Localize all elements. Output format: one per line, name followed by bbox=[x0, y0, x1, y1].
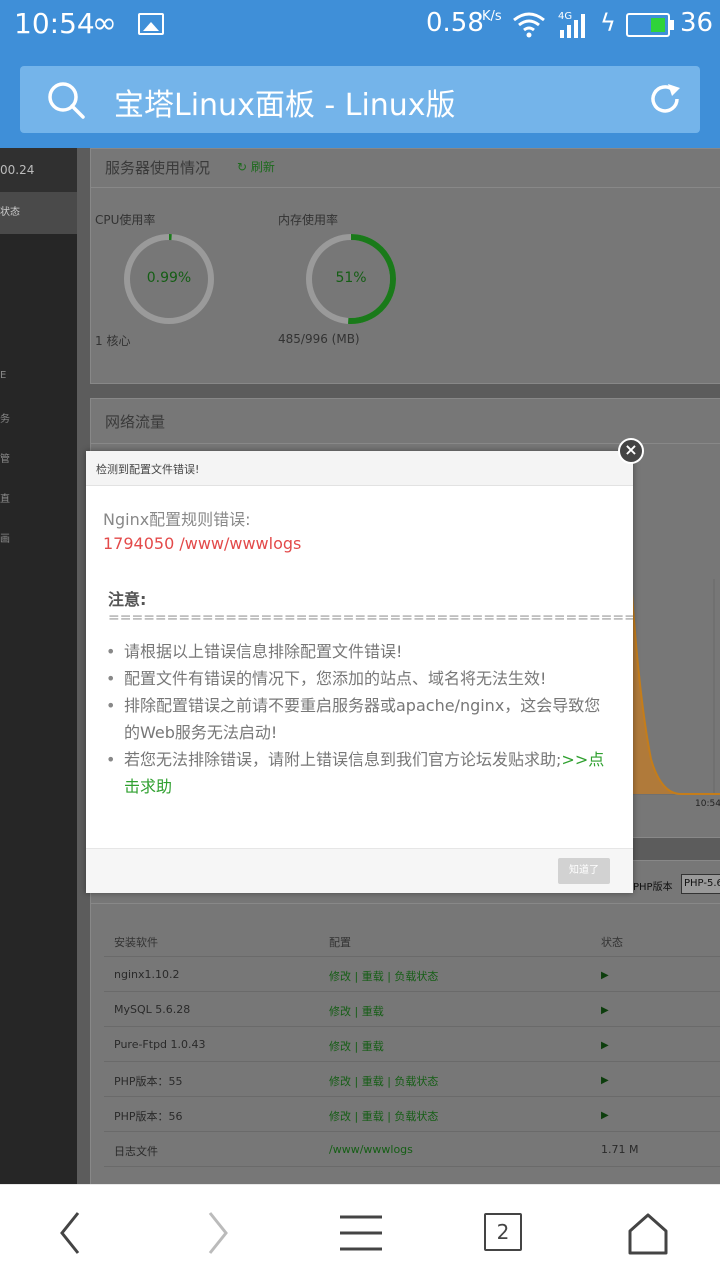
battery-icon bbox=[626, 13, 670, 37]
table-row: PHP版本：56 修改 | 重载 | 负载状态 ▶ bbox=[104, 1097, 720, 1132]
config-links[interactable]: 修改 | 重载 bbox=[329, 1003, 384, 1019]
note-item: 配置文件有错误的情况下，您添加的站点、域名将无法生效! bbox=[106, 665, 613, 692]
battery-level: 36 bbox=[680, 8, 714, 38]
table-header: 安装软件 配置 状态 bbox=[104, 923, 720, 957]
memory-usage: 485/996 (MB) bbox=[278, 332, 360, 346]
address-bar[interactable]: 宝塔Linux面板 - Linux版 bbox=[20, 66, 700, 133]
dialog-footer: 知道了 bbox=[86, 848, 633, 893]
error-detail: 1794050 /www/wwwlogs bbox=[103, 534, 302, 553]
memory-label: 内存使用率 bbox=[278, 213, 339, 227]
refresh-button[interactable]: ↻ 刷新 bbox=[237, 158, 275, 175]
server-usage-title: 服务器使用情况 bbox=[105, 159, 211, 177]
dialog-header: 检测到配置文件错误! bbox=[86, 451, 633, 486]
close-icon[interactable]: × bbox=[618, 438, 644, 464]
table-row: nginx1.10.2 修改 | 重载 | 负载状态 ▶ bbox=[104, 957, 720, 992]
dialog-title: 检测到配置文件错误! bbox=[96, 463, 200, 476]
play-icon[interactable]: ▶ bbox=[601, 970, 609, 981]
note-item: 请根据以上错误信息排除配置文件错误! bbox=[106, 638, 613, 665]
error-title: Nginx配置规则错误: bbox=[103, 510, 251, 529]
sidebar-version: 00.24 bbox=[0, 148, 77, 192]
browser-toolbar: 宝塔Linux面板 - Linux版 bbox=[0, 50, 720, 148]
table-row: 日志文件 /www/wwwlogs 1.71 M bbox=[104, 1132, 720, 1167]
config-error-dialog: 检测到配置文件错误! Nginx配置规则错误: 1794050 /www/www… bbox=[86, 451, 633, 893]
table-row: PHP版本：55 修改 | 重载 | 负载状态 ▶ bbox=[104, 1062, 720, 1097]
php-version-select[interactable]: PHP-5.6 bbox=[681, 874, 720, 894]
net-speed: 0.58 bbox=[426, 8, 484, 38]
separator-line: ========================================… bbox=[108, 610, 633, 626]
tab-count: 2 bbox=[484, 1213, 522, 1251]
signal-icon bbox=[560, 14, 585, 38]
home-icon[interactable] bbox=[618, 1207, 678, 1259]
menu-icon[interactable] bbox=[330, 1207, 390, 1259]
page-title[interactable]: 宝塔Linux面板 - Linux版 bbox=[114, 80, 456, 124]
charging-icon: ϟ bbox=[600, 9, 616, 37]
memory-value: 51% bbox=[335, 270, 367, 286]
back-icon[interactable] bbox=[42, 1207, 102, 1259]
refresh-icon: ↻ bbox=[237, 160, 248, 174]
play-icon[interactable]: ▶ bbox=[601, 1005, 609, 1016]
chart-time-label: 10:54: bbox=[695, 799, 720, 809]
sidebar: 00.24 状态 E 务 管 直 画 bbox=[0, 148, 77, 1184]
config-links[interactable]: 修改 | 重载 | 负载状态 bbox=[329, 1108, 438, 1124]
sidebar-item[interactable]: 管 bbox=[0, 450, 77, 470]
forward-icon[interactable] bbox=[188, 1207, 248, 1259]
config-links[interactable]: 修改 | 重载 | 负载状态 bbox=[329, 968, 438, 984]
php-version-label: PHP版本 bbox=[633, 882, 673, 893]
play-icon[interactable]: ▶ bbox=[601, 1075, 609, 1086]
wifi-icon bbox=[513, 12, 545, 38]
sidebar-item-status[interactable]: 状态 bbox=[0, 192, 77, 234]
sidebar-item[interactable]: 务 bbox=[0, 410, 77, 430]
sidebar-item[interactable]: E bbox=[0, 370, 77, 390]
note-title: 注意: bbox=[108, 590, 147, 609]
image-notification-icon bbox=[138, 13, 164, 35]
play-icon[interactable]: ▶ bbox=[601, 1040, 609, 1051]
note-list: 请根据以上错误信息排除配置文件错误! 配置文件有错误的情况下，您添加的站点、域名… bbox=[106, 638, 613, 800]
sidebar-item[interactable]: 直 bbox=[0, 490, 77, 510]
clock: 10:54 bbox=[14, 7, 95, 40]
log-size: 1.71 M bbox=[601, 1143, 639, 1156]
cpu-value: 0.99% bbox=[146, 270, 192, 286]
infinity-icon: ∞ bbox=[92, 6, 117, 41]
status-bar: 10:54 ∞ 0.58 K/s 4G ϟ 36 bbox=[0, 0, 720, 50]
config-links[interactable]: 修改 | 重载 | 负载状态 bbox=[329, 1073, 438, 1089]
search-icon[interactable] bbox=[46, 80, 86, 120]
tabs-button[interactable]: 2 bbox=[474, 1207, 534, 1259]
server-usage-panel: 服务器使用情况 ↻ 刷新 CPU使用率 0.99% 1 核心 内存使用率 51%… bbox=[90, 148, 720, 384]
software-table: 安装软件 配置 状态 nginx1.10.2 修改 | 重载 | 负载状态 ▶ … bbox=[104, 923, 720, 1167]
network-title: 网络流量 bbox=[105, 413, 166, 431]
ok-button[interactable]: 知道了 bbox=[558, 858, 610, 884]
cpu-cores: 1 核心 bbox=[95, 334, 131, 348]
browser-bottom-nav: 2 bbox=[0, 1184, 720, 1280]
table-row: MySQL 5.6.28 修改 | 重载 ▶ bbox=[104, 992, 720, 1027]
note-item: 若您无法排除错误，请附上错误信息到我们官方论坛发贴求助;>>点击求助 bbox=[106, 746, 613, 800]
reload-icon[interactable] bbox=[646, 80, 684, 118]
sidebar-item[interactable]: 画 bbox=[0, 530, 77, 550]
note-item: 排除配置错误之前请不要重启服务器或apache/nginx，这会导致您的Web服… bbox=[106, 692, 613, 746]
cpu-label: CPU使用率 bbox=[95, 213, 156, 227]
table-row: Pure-Ftpd 1.0.43 修改 | 重载 ▶ bbox=[104, 1027, 720, 1062]
play-icon[interactable]: ▶ bbox=[601, 1110, 609, 1121]
net-speed-unit: K/s bbox=[482, 9, 502, 24]
log-path-link[interactable]: /www/wwwlogs bbox=[329, 1143, 413, 1156]
config-links[interactable]: 修改 | 重载 bbox=[329, 1038, 384, 1054]
dialog-body: Nginx配置规则错误: 1794050 /www/wwwlogs 注意: ==… bbox=[86, 486, 633, 848]
